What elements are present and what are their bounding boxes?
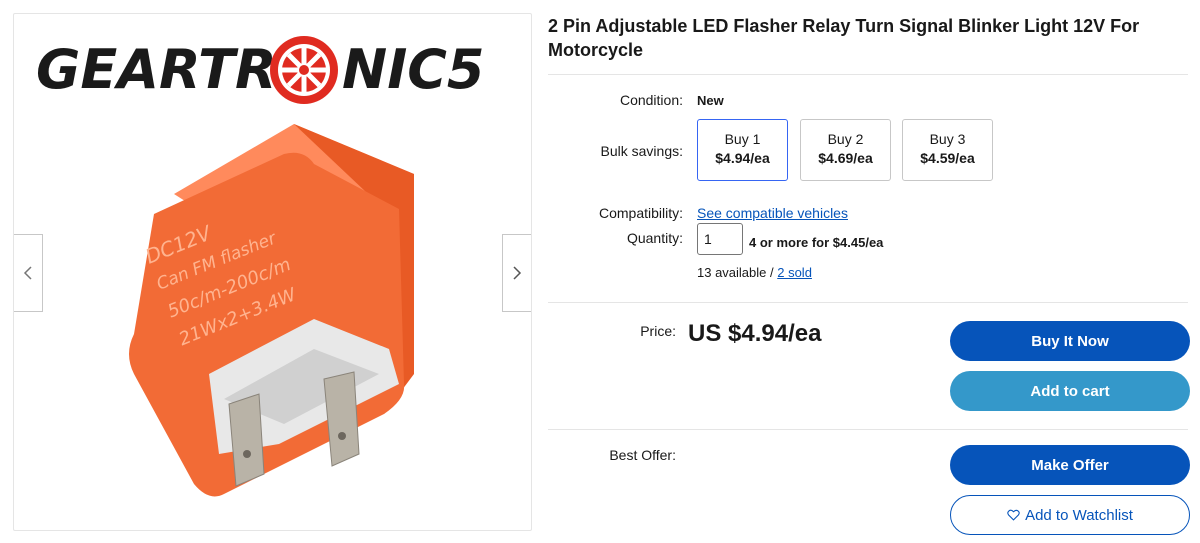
bulk-option-buy-1[interactable]: Buy 1 $4.94/ea [697,119,788,181]
chevron-left-icon [23,266,32,280]
heart-icon [1007,509,1020,521]
product-image: DC12V Can FM flasher 50c/m-200c/m 21Wx2+… [129,124,414,497]
condition-label: Condition: [619,92,683,108]
gallery-prev-button[interactable] [14,234,43,312]
divider [548,302,1188,303]
buy-it-now-button[interactable]: Buy It Now [950,321,1190,361]
logo-text-left: GEARTR [36,38,277,101]
brand-logo: GEARTR NIC5 [36,36,485,104]
watchlist-label: Add to Watchlist [1025,506,1133,524]
bulk-qty: Buy 3 [929,131,966,147]
bulk-qty: Buy 2 [827,131,864,147]
divider [548,429,1188,430]
image-gallery: GEARTR NIC5 DC12V Can FM flasher 50c/m-2… [13,13,532,531]
gallery-next-button[interactable] [502,234,531,312]
bulk-option-buy-2[interactable]: Buy 2 $4.69/ea [800,119,891,181]
bulk-price: $4.94/ea [715,150,770,166]
bulk-savings-label: Bulk savings: [600,143,683,159]
make-offer-button[interactable]: Make Offer [950,445,1190,485]
quantity-input[interactable] [697,223,743,255]
price-value: US $4.94/ea [688,320,822,347]
divider [548,74,1188,75]
bulk-price: $4.59/ea [920,150,975,166]
price-label: Price: [640,323,676,339]
bulk-qty: Buy 1 [724,131,761,147]
availability-text: 13 available / 2 sold [697,265,812,280]
bulk-price: $4.69/ea [818,150,873,166]
add-to-watchlist-button[interactable]: Add to Watchlist [950,495,1190,535]
quantity-discount: 4 or more for $4.45/ea [749,235,884,250]
see-compatible-vehicles-link[interactable]: See compatible vehicles [697,205,848,221]
logo-wheel-icon [270,36,338,104]
sold-link[interactable]: 2 sold [777,265,812,280]
condition-value: New [697,93,724,108]
compatibility-label: Compatibility: [598,205,683,221]
available-count: 13 available / [697,265,778,280]
bulk-option-buy-3[interactable]: Buy 3 $4.59/ea [902,119,993,181]
quantity-label: Quantity: [626,230,683,246]
add-to-cart-button[interactable]: Add to cart [950,371,1190,411]
best-offer-label: Best Offer: [609,447,676,463]
chevron-right-icon [513,266,522,280]
listing-title: 2 Pin Adjustable LED Flasher Relay Turn … [548,16,1140,60]
logo-text-right: NIC5 [342,38,485,101]
